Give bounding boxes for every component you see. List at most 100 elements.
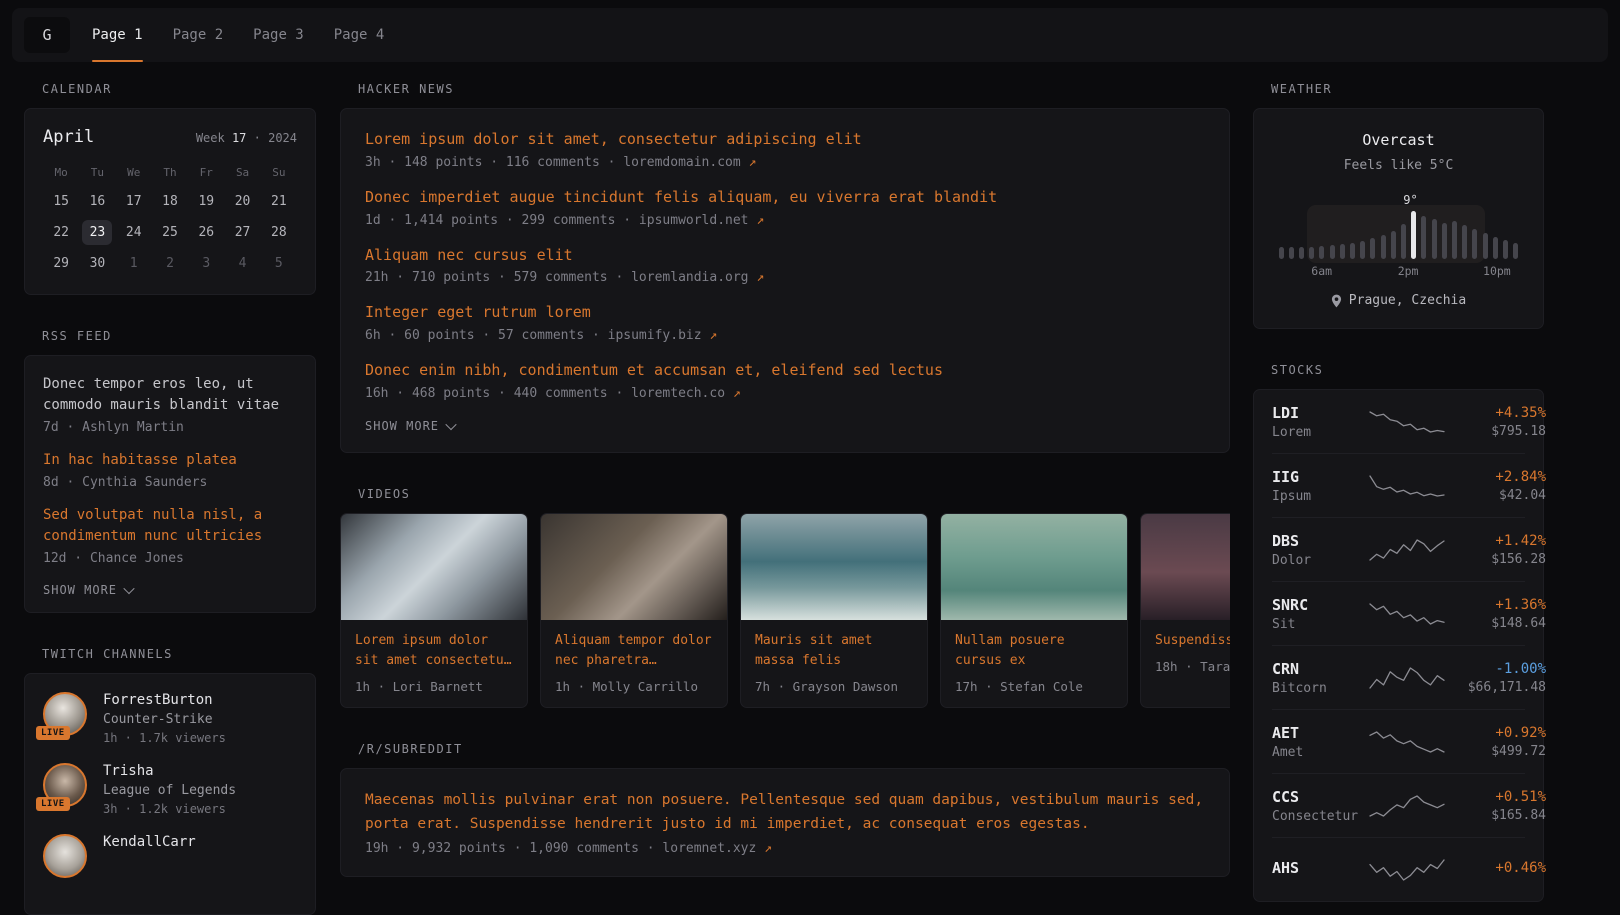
stock-row-aet[interactable]: AETAmet +0.92%$499.72: [1272, 709, 1525, 773]
calendar-month: April: [43, 127, 94, 147]
hn-title-link[interactable]: Aliquam nec cursus elit: [365, 245, 1205, 267]
external-link-icon[interactable]: ↗: [749, 155, 757, 170]
video-card[interactable]: Nullam posuere cursus ex 17h · Stefan Co…: [940, 513, 1128, 708]
stock-row-ccs[interactable]: CCSConsectetur +0.51%$165.84: [1272, 773, 1525, 837]
weekday-label: Mo: [55, 163, 68, 183]
hn-title-link[interactable]: Integer eget rutrum lorem: [365, 302, 1205, 324]
stock-row-snrc[interactable]: SNRCSit +1.36%$148.64: [1272, 581, 1525, 645]
tab-page-4[interactable]: Page 4: [334, 8, 385, 62]
show-more-label: SHOW MORE: [365, 419, 439, 433]
channel-game: Counter-Strike: [103, 712, 226, 727]
section-title-videos: VIDEOS: [358, 487, 1230, 501]
weather-condition: Overcast: [1276, 131, 1521, 149]
weekday-label: We: [127, 163, 140, 183]
stock-price: $66,171.48: [1454, 680, 1546, 695]
section-title-calendar: CALENDAR: [42, 82, 316, 96]
channel-avatar-image: [43, 834, 87, 878]
stock-row-ldi[interactable]: LDILorem +4.35%$795.18: [1272, 390, 1525, 453]
video-title-link[interactable]: Mauris sit amet massa felis: [755, 633, 872, 668]
twitch-channel[interactable]: LIVE ForrestBurton Counter-Strike 1h · 1…: [43, 692, 297, 745]
video-title-link[interactable]: Aliquam tempor dolor nec pharetra…: [555, 633, 712, 668]
weekday-label: Th: [163, 163, 176, 183]
twitch-channel[interactable]: KendallCarr: [43, 834, 297, 878]
hn-title-link[interactable]: Donec enim nibh, condimentum et accumsan…: [365, 360, 1205, 382]
hn-title-link[interactable]: Donec imperdiet augue tincidunt felis al…: [365, 187, 1205, 209]
live-badge: LIVE: [36, 797, 70, 811]
calendar-day: 25: [155, 220, 185, 245]
video-card[interactable]: Mauris sit amet massa felis 7h · Grayson…: [740, 513, 928, 708]
page-tabs: Page 1 Page 2 Page 3 Page 4: [92, 8, 384, 62]
calendar-day: 19: [191, 189, 221, 214]
live-badge: LIVE: [36, 726, 70, 740]
videos-widget: Lorem ipsum dolor sit amet consectetu… 1…: [340, 513, 1230, 708]
external-link-icon[interactable]: ↗: [756, 270, 764, 285]
rss-item-link[interactable]: In hac habitasse platea: [43, 450, 297, 471]
section-title-hackernews: HACKER NEWS: [358, 82, 1230, 96]
calendar-day-next-month: 2: [155, 251, 185, 276]
weather-temp-chart: 9° 6am 2pm 10pm: [1279, 195, 1519, 279]
hn-meta: 16h · 468 points · 440 comments · loremt…: [365, 386, 1205, 401]
right-column: WEATHER Overcast Feels like 5°C 9° 6am 2…: [1253, 82, 1544, 902]
reddit-meta-text: 19h · 9,932 points · 1,090 comments · lo…: [365, 841, 756, 856]
video-card[interactable]: Lorem ipsum dolor sit amet consectetu… 1…: [340, 513, 528, 708]
stock-price: $156.28: [1454, 552, 1546, 567]
video-meta: 1h · Lori Barnett: [355, 679, 513, 694]
stock-change: +1.42%: [1454, 533, 1546, 549]
stock-price: $42.04: [1454, 488, 1546, 503]
channel-info: ForrestBurton Counter-Strike 1h · 1.7k v…: [103, 692, 226, 745]
chevron-down-icon: [445, 419, 456, 430]
section-title-twitch: TWITCH CHANNELS: [42, 647, 316, 661]
video-title-link[interactable]: Nullam posuere cursus ex: [955, 633, 1065, 668]
app-logo[interactable]: G: [24, 17, 70, 53]
hn-meta-text: 16h · 468 points · 440 comments · loremt…: [365, 386, 725, 401]
external-link-icon[interactable]: ↗: [756, 213, 764, 228]
tab-page-2[interactable]: Page 2: [173, 8, 224, 62]
rss-item-meta: 8d · Cynthia Saunders: [43, 475, 297, 490]
calendar-day-next-month: 4: [228, 251, 258, 276]
video-info: Mauris sit amet massa felis 7h · Grayson…: [741, 620, 927, 707]
video-meta: 1h · Molly Carrillo: [555, 679, 713, 694]
stock-row-dbs[interactable]: DBSDolor +1.42%$156.28: [1272, 517, 1525, 581]
calendar-header: April Week 17 · 2024: [43, 127, 297, 147]
hn-item: Lorem ipsum dolor sit amet, consectetur …: [365, 129, 1205, 170]
calendar-day: 24: [119, 220, 149, 245]
video-card[interactable]: Aliquam tempor dolor nec pharetra… 1h · …: [540, 513, 728, 708]
rss-widget: Donec tempor eros leo, ut commodo mauris…: [24, 355, 316, 613]
show-more-button[interactable]: SHOW MORE: [43, 583, 133, 597]
show-more-button[interactable]: SHOW MORE: [365, 419, 455, 433]
weekday-label: Tu: [91, 163, 104, 183]
stock-price: $165.84: [1454, 808, 1546, 823]
calendar-day: 17: [119, 189, 149, 214]
external-link-icon[interactable]: ↗: [709, 328, 717, 343]
video-card[interactable]: Suspendisse diam 18h · Tara: [1140, 513, 1230, 708]
rss-item-link[interactable]: Donec tempor eros leo, ut commodo mauris…: [43, 374, 297, 416]
video-thumbnail: [741, 514, 927, 620]
calendar-grid: Mo Tu We Th Fr Sa Su 15 16 17 18 19 20 2…: [43, 163, 297, 276]
stock-change: +0.46%: [1454, 860, 1546, 876]
external-link-icon[interactable]: ↗: [733, 386, 741, 401]
rss-item: In hac habitasse platea 8d · Cynthia Sau…: [43, 450, 297, 490]
location-pin-icon: [1331, 294, 1342, 308]
external-link-icon[interactable]: ↗: [764, 841, 772, 856]
tab-page-3[interactable]: Page 3: [253, 8, 304, 62]
reddit-post-link[interactable]: Maecenas mollis pulvinar erat non posuer…: [365, 789, 1205, 837]
video-title-link[interactable]: Lorem ipsum dolor sit amet consectetu…: [355, 633, 512, 668]
channel-viewers: 3h · 1.2k viewers: [103, 802, 236, 816]
calendar-day: 26: [191, 220, 221, 245]
twitch-channel[interactable]: LIVE Trisha League of Legends 3h · 1.2k …: [43, 763, 297, 816]
stock-sparkline: [1368, 535, 1446, 565]
stock-row-iig[interactable]: IIGIpsum +2.84%$42.04: [1272, 453, 1525, 517]
section-title-subreddit: /R/SUBREDDIT: [358, 742, 1230, 756]
avatar: [43, 834, 87, 878]
calendar-day-next-month: 5: [264, 251, 294, 276]
video-title-link[interactable]: Suspendisse diam: [1155, 633, 1230, 648]
weekday-label: Su: [272, 163, 285, 183]
hn-title-link[interactable]: Lorem ipsum dolor sit amet, consectetur …: [365, 129, 1205, 151]
video-meta: 18h · Tara: [1155, 659, 1230, 674]
stock-row-crn[interactable]: CRNBitcorn -1.00%$66,171.48: [1272, 645, 1525, 709]
section-title-weather: WEATHER: [1271, 82, 1544, 96]
calendar-widget: April Week 17 · 2024 Mo Tu We Th Fr Sa S…: [24, 108, 316, 295]
tab-page-1[interactable]: Page 1: [92, 8, 143, 62]
rss-item-link[interactable]: Sed volutpat nulla nisl, a condimentum n…: [43, 505, 297, 547]
stock-row-ahs[interactable]: AHS +0.46%: [1272, 837, 1525, 901]
